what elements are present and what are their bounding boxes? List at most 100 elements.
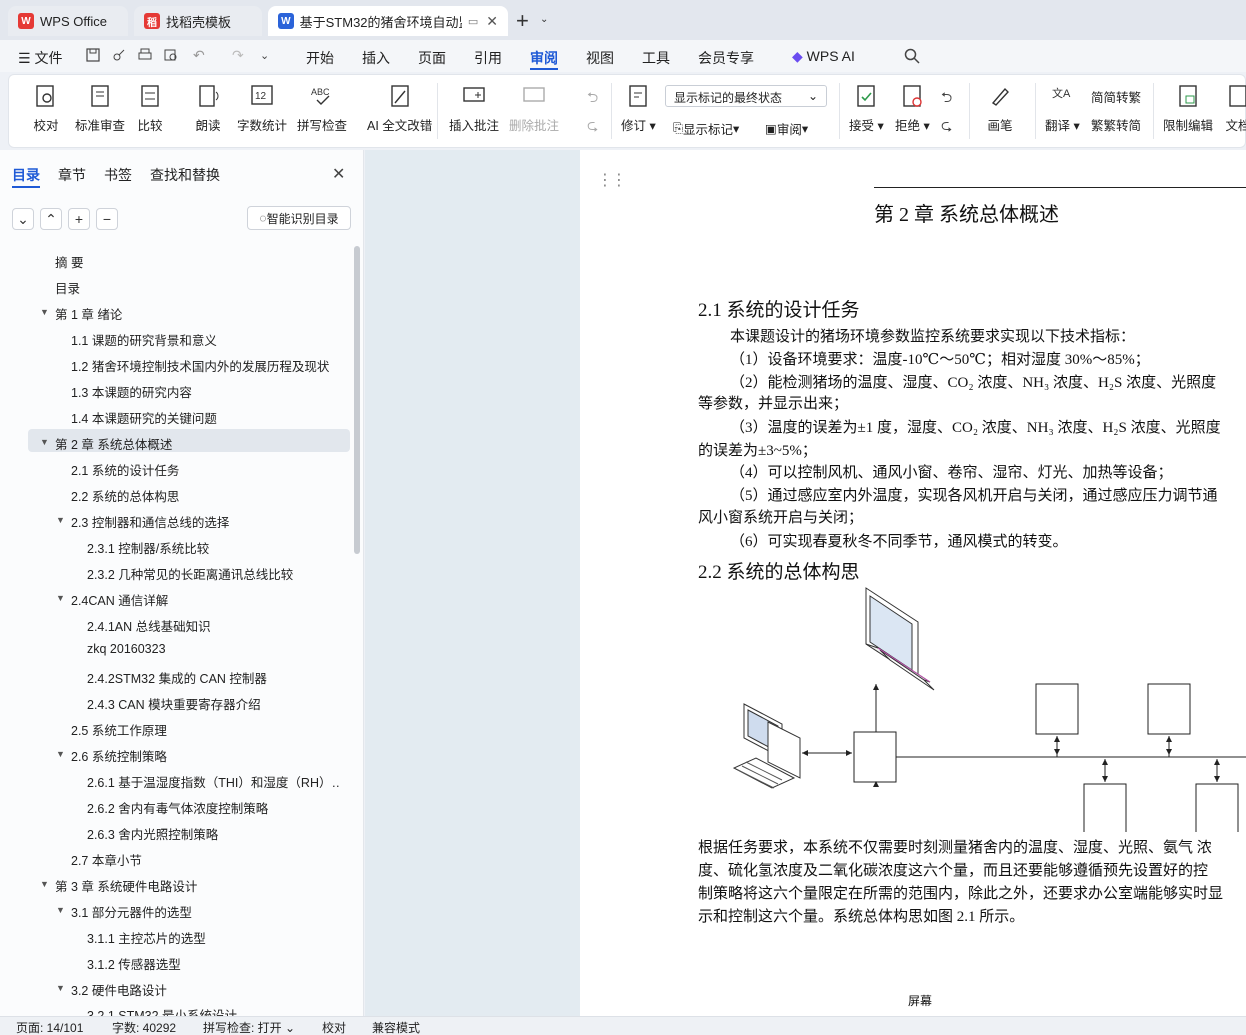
translate-button[interactable]: 文A 翻译 ▾ bbox=[1045, 83, 1080, 134]
print-icon[interactable] bbox=[138, 48, 152, 62]
close-pane-icon[interactable]: ✕ bbox=[332, 164, 345, 184]
close-tab-icon[interactable]: ✕ bbox=[486, 13, 498, 30]
remove-heading-button[interactable]: − bbox=[96, 208, 118, 230]
menu-member[interactable]: 会员专享 bbox=[698, 48, 754, 68]
expand-arrow-icon[interactable]: ▼ bbox=[56, 983, 65, 993]
document-page[interactable]: ⋮⋮ 第 2 章 系统总体概述 2.1 系统的设计任务 本课题设计的猪场环境参数… bbox=[580, 150, 1246, 1016]
read-aloud-button[interactable]: 朗读 bbox=[195, 83, 221, 134]
drag-handle-icon[interactable]: ⋮⋮ bbox=[597, 170, 627, 190]
add-heading-button[interactable]: + bbox=[68, 208, 90, 230]
save-icon[interactable] bbox=[86, 48, 100, 62]
toc-item[interactable]: 摘 要 bbox=[55, 252, 83, 271]
menu-insert[interactable]: 插入 bbox=[362, 48, 390, 68]
revise-button[interactable]: 修订 ▾ bbox=[621, 83, 656, 134]
menu-view[interactable]: 视图 bbox=[586, 48, 614, 68]
insert-comment-button[interactable]: 插入批注 bbox=[449, 83, 499, 134]
file-menu[interactable]: ☰ 文件 bbox=[18, 48, 62, 68]
toc-scrollbar[interactable] bbox=[354, 246, 360, 554]
markup-state-select[interactable]: 显示标记的最终状态 ⌄ bbox=[665, 85, 827, 107]
toc-item[interactable]: 2.6 系统控制策略 bbox=[71, 746, 167, 765]
next-comment-icon[interactable]: ⮎ bbox=[587, 115, 598, 139]
compare-button[interactable]: 比较 bbox=[137, 83, 163, 134]
restrict-edit-button[interactable]: 限制编辑 bbox=[1163, 83, 1213, 134]
toc-item[interactable]: 目录 bbox=[55, 278, 80, 297]
toc-item[interactable]: 2.4.1AN 总线基础知识 bbox=[87, 616, 211, 635]
expand-arrow-icon[interactable]: ▼ bbox=[56, 515, 65, 525]
menu-reference[interactable]: 引用 bbox=[474, 48, 502, 68]
toc-item[interactable]: 1.4 本课题研究的关键问题 bbox=[71, 408, 217, 427]
expand-arrow-icon[interactable]: ▼ bbox=[56, 593, 65, 603]
expand-arrow-icon[interactable]: ▼ bbox=[56, 905, 65, 915]
menu-review[interactable]: 审阅 bbox=[530, 48, 558, 68]
toc-item[interactable]: 2.7 本章小节 bbox=[71, 850, 142, 869]
toc-item[interactable]: 2.3 控制器和通信总线的选择 bbox=[71, 512, 229, 531]
simp-to-trad-button[interactable]: 简 简转繁 bbox=[1091, 87, 1141, 106]
collapse-down-button[interactable]: ⌄ bbox=[12, 208, 34, 230]
tab-current-document[interactable]: W 基于STM32的猪舍环境自动监 ▭ ✕ bbox=[268, 6, 508, 36]
toc-item[interactable]: 2.1 系统的设计任务 bbox=[71, 460, 179, 479]
toc-item[interactable]: 1.3 本课题的研究内容 bbox=[71, 382, 192, 401]
toc-item[interactable]: 2.4CAN 通信详解 bbox=[71, 590, 168, 609]
word-count-indicator[interactable]: 字数: 40292 bbox=[112, 1019, 176, 1035]
accept-button[interactable]: 接受 ▾ bbox=[849, 83, 884, 134]
ai-proofread-button[interactable]: AI 全文改错 bbox=[367, 83, 432, 134]
proofread-button[interactable]: 校对 bbox=[33, 83, 59, 134]
toc-item[interactable]: 2.6.1 基于温湿度指数（THI）和湿度（RH）… bbox=[87, 772, 339, 791]
expand-arrow-icon[interactable]: ▼ bbox=[56, 749, 65, 759]
toc-item[interactable]: 第 1 章 绪论 bbox=[55, 304, 122, 323]
search-icon[interactable] bbox=[904, 48, 920, 64]
toc-item[interactable]: zkq 20160323 bbox=[87, 642, 166, 656]
spell-check-button[interactable]: ABC 拼写检查 bbox=[297, 83, 347, 134]
standard-review-button[interactable]: 标准审查 bbox=[75, 83, 125, 134]
redo-icon[interactable]: ↷ bbox=[232, 47, 244, 64]
toc-item[interactable]: 第 3 章 系统硬件电路设计 bbox=[55, 876, 197, 895]
trad-to-simp-button[interactable]: 繁 繁转简 bbox=[1091, 115, 1141, 134]
tab-bookmark[interactable]: 书签 bbox=[104, 165, 132, 185]
expand-arrow-icon[interactable]: ▼ bbox=[40, 307, 49, 317]
delete-comment-button[interactable]: 删除批注 bbox=[509, 83, 559, 134]
word-count-button[interactable]: 12 字数统计 bbox=[237, 83, 287, 134]
toc-item[interactable]: 2.4.3 CAN 模块重要寄存器介绍 bbox=[87, 694, 261, 713]
doc-rights-button[interactable]: 文档 bbox=[1225, 83, 1246, 134]
toc-item[interactable]: 1.2 猪舍环境控制技术国内外的发展历程及现状 bbox=[71, 356, 329, 375]
toc-item[interactable]: 2.5 系统工作原理 bbox=[71, 720, 167, 739]
monitor-icon[interactable]: ▭ bbox=[468, 15, 478, 28]
review-pane-button[interactable]: ▣ 审阅 ▾ bbox=[765, 119, 808, 138]
show-markup-button[interactable]: ⎘ 显示标记 ▾ bbox=[673, 119, 739, 138]
menu-tools[interactable]: 工具 bbox=[642, 48, 670, 68]
print-preview-icon[interactable] bbox=[164, 48, 178, 62]
spell-check-status[interactable]: 拼写检查: 打开 ⌄ bbox=[203, 1019, 295, 1035]
smart-toc-button[interactable]: ◌ 智能识别目录 bbox=[247, 206, 351, 230]
chevron-down-icon[interactable]: ⌄ bbox=[540, 14, 548, 25]
collapse-up-button[interactable]: ⌃ bbox=[40, 208, 62, 230]
toc-item[interactable]: 1.1 课题的研究背景和意义 bbox=[71, 330, 217, 349]
more-chevron-icon[interactable]: ⌄ bbox=[260, 49, 269, 62]
pen-button[interactable]: 画笔 bbox=[987, 83, 1013, 134]
page-indicator[interactable]: 页面: 14/101 bbox=[16, 1019, 83, 1035]
prev-comment-icon[interactable]: ⮌ bbox=[587, 87, 598, 111]
expand-arrow-icon[interactable]: ▼ bbox=[40, 437, 49, 447]
new-tab-icon[interactable]: + bbox=[516, 8, 529, 34]
toc-item[interactable]: 2.6.2 舍内有毒气体浓度控制策略 bbox=[87, 798, 268, 817]
menu-start[interactable]: 开始 bbox=[306, 48, 334, 68]
tab-daoke-template[interactable]: 稻 找稻壳模板 bbox=[134, 6, 262, 36]
toc-item[interactable]: 3.1.1 主控芯片的选型 bbox=[87, 928, 206, 947]
tab-wps-office[interactable]: W WPS Office bbox=[8, 6, 128, 36]
toc-item[interactable]: 2.3.2 几种常见的长距离通讯总线比较 bbox=[87, 564, 293, 583]
toc-item[interactable]: 2.4.2STM32 集成的 CAN 控制器 bbox=[87, 668, 267, 687]
toc-item[interactable]: 3.1 部分元器件的选型 bbox=[71, 902, 192, 921]
toc-item[interactable]: 2.2 系统的总体构思 bbox=[71, 486, 179, 505]
proofread-status[interactable]: 校对 bbox=[322, 1019, 346, 1035]
undo-icon[interactable]: ↶ bbox=[193, 47, 205, 64]
menu-wps-ai[interactable]: ◆ WPS AI bbox=[792, 48, 855, 65]
tab-chapter[interactable]: 章节 bbox=[58, 165, 86, 185]
toc-item[interactable]: 3.2 硬件电路设计 bbox=[71, 980, 167, 999]
toc-item[interactable]: 2.3.1 控制器/系统比较 bbox=[87, 538, 209, 557]
export-icon[interactable] bbox=[112, 48, 126, 62]
tab-toc[interactable]: 目录 bbox=[12, 165, 40, 185]
toc-item[interactable]: 3.2.1 STM32 最小系统设计 bbox=[87, 1005, 237, 1016]
expand-arrow-icon[interactable]: ▼ bbox=[40, 879, 49, 889]
reject-button[interactable]: 拒绝 ▾ bbox=[895, 83, 930, 134]
toc-item[interactable]: 2.6.3 舍内光照控制策略 bbox=[87, 824, 218, 843]
tab-find-replace[interactable]: 查找和替换 bbox=[150, 165, 220, 185]
